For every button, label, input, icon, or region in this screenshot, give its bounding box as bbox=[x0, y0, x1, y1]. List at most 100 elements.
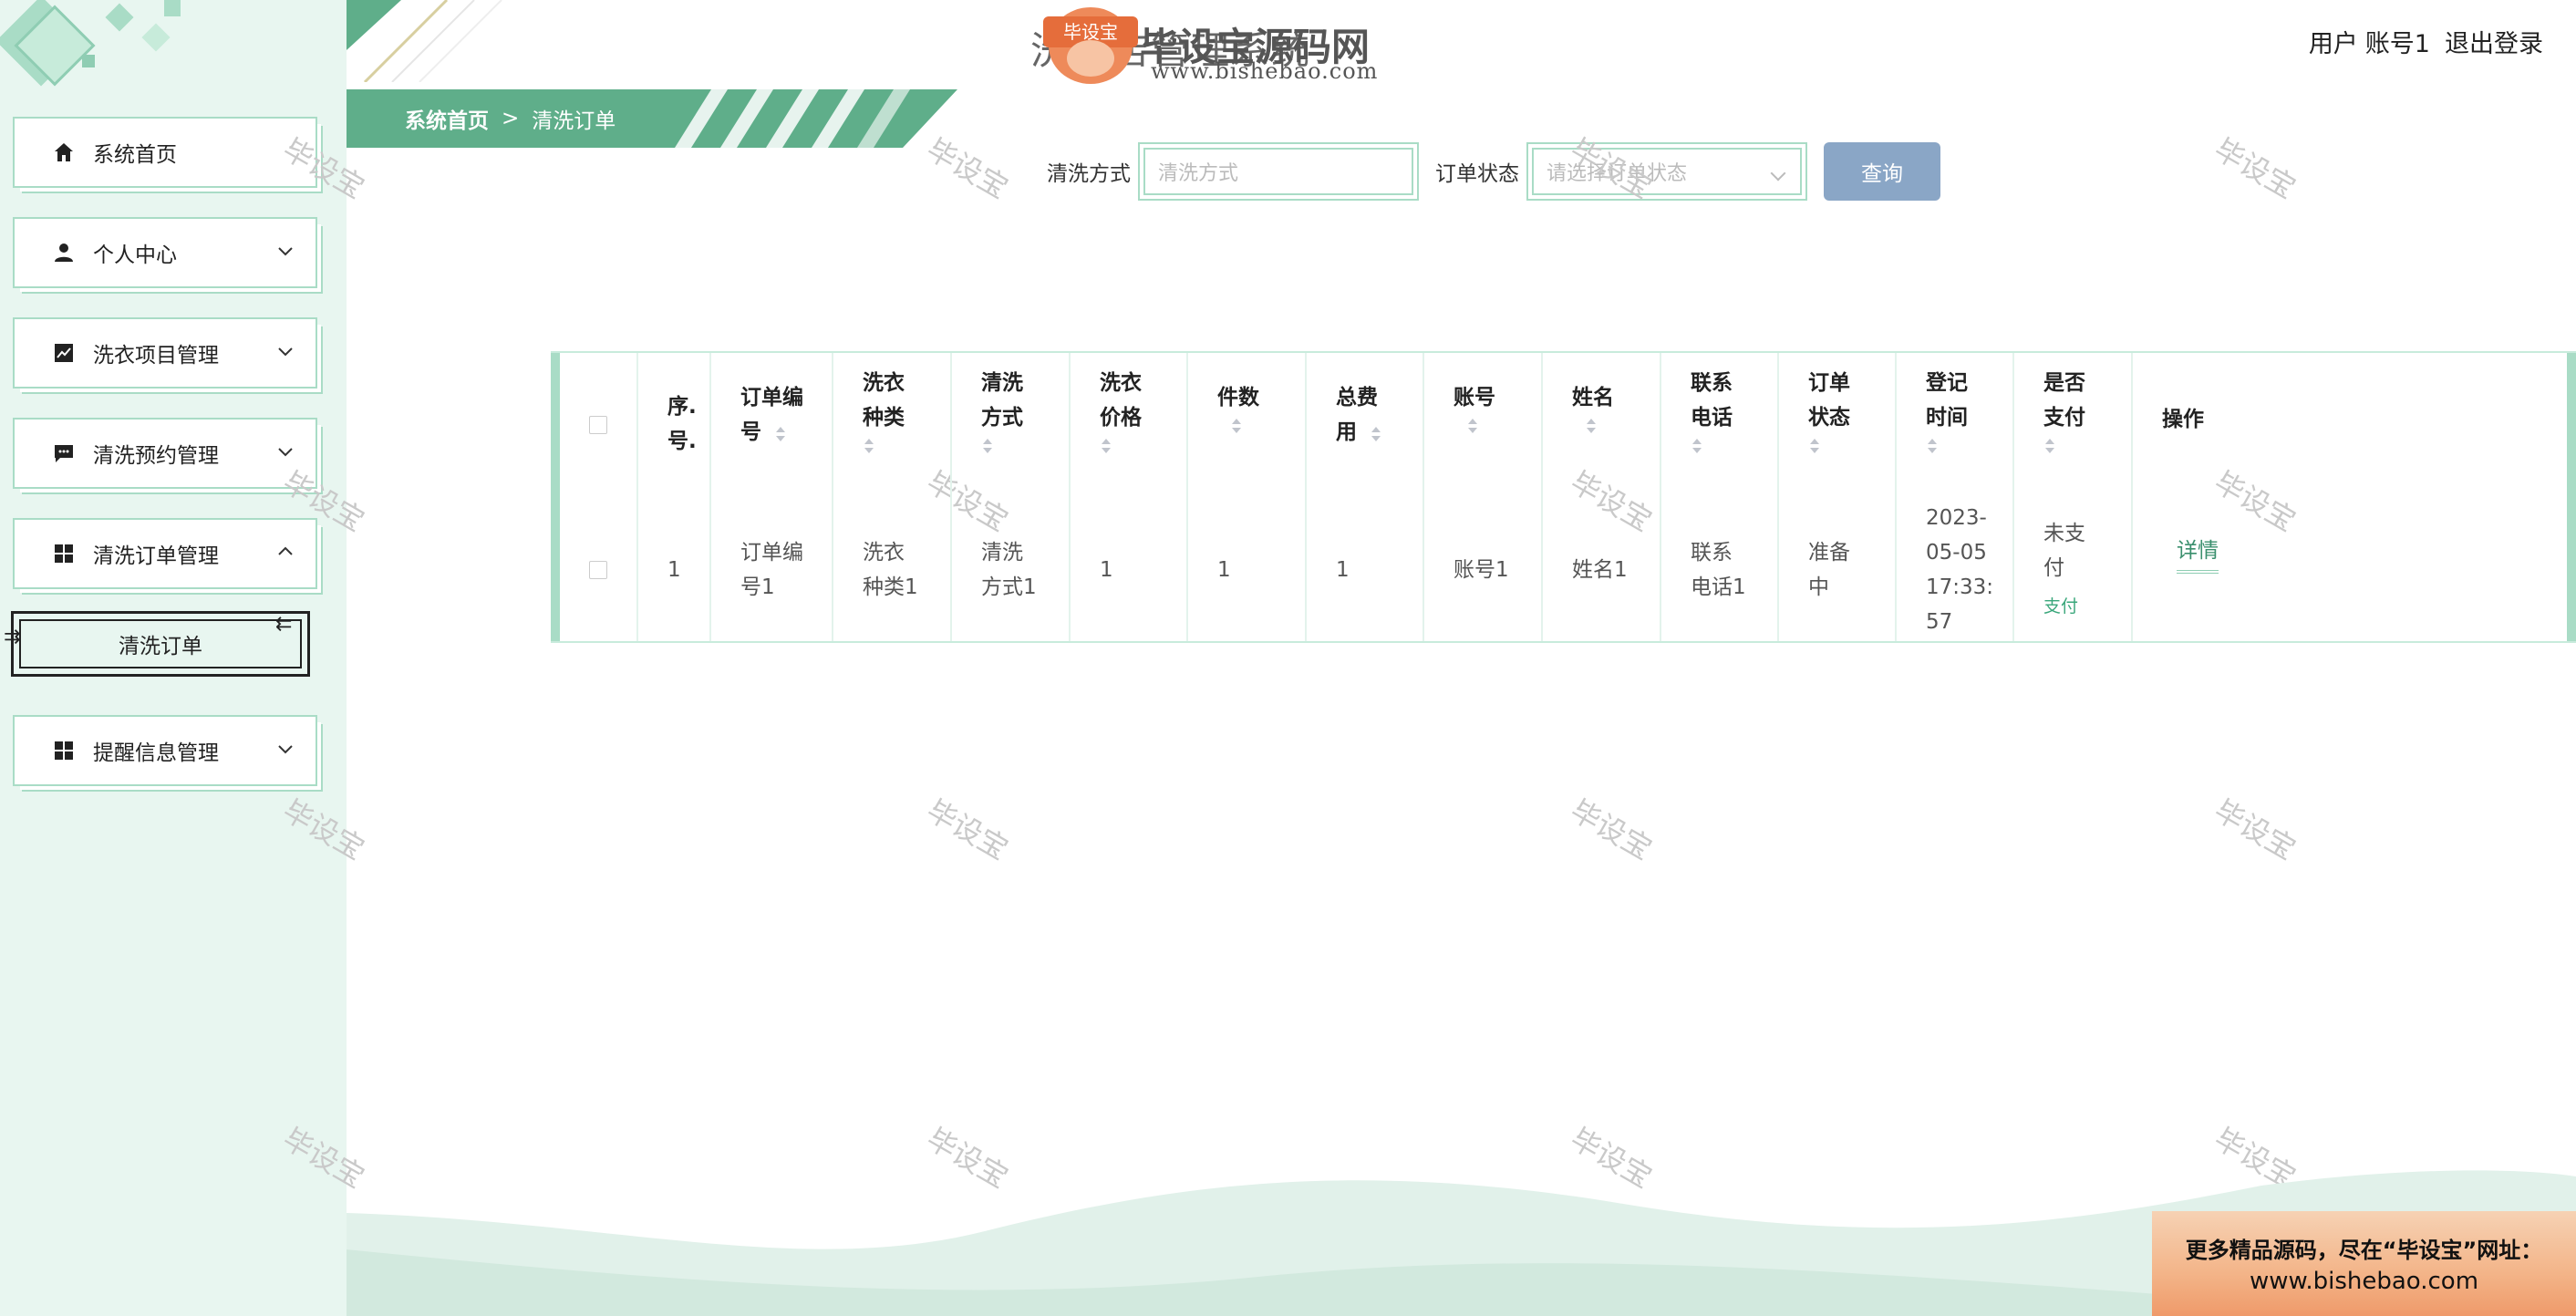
th-line: 价格 bbox=[1100, 406, 1142, 430]
cell-text: 1 bbox=[1217, 558, 1231, 582]
sort-icon[interactable] bbox=[1808, 437, 1821, 455]
breadcrumb: 系统首页 > 清洗订单 bbox=[347, 89, 957, 148]
col-total: 总费 用 1 bbox=[1305, 353, 1422, 641]
th-line: 洗衣 bbox=[1100, 371, 1142, 395]
cell-paid: 未支 付 支付 bbox=[2014, 497, 2131, 643]
sort-icon[interactable] bbox=[981, 437, 994, 455]
col-price: 洗衣 价格 1 bbox=[1069, 353, 1186, 641]
watermark-url: www.bishebao.com bbox=[1151, 58, 1379, 84]
th-name[interactable]: 姓名 bbox=[1543, 353, 1660, 497]
cell-text: 种类1 bbox=[863, 575, 918, 599]
th-total[interactable]: 总费 用 bbox=[1307, 353, 1422, 497]
grid-icon bbox=[51, 738, 77, 763]
th-line: 状态 bbox=[1808, 406, 1850, 430]
grid-icon bbox=[51, 541, 77, 566]
row-checkbox[interactable] bbox=[589, 561, 607, 579]
cell-text: 05-05 bbox=[1926, 541, 1987, 565]
cell-total: 1 bbox=[1307, 497, 1422, 643]
method-input[interactable]: 清洗方式 bbox=[1138, 142, 1419, 201]
cell-text: 17:33: bbox=[1926, 575, 1994, 599]
cell-text: 联系 bbox=[1691, 541, 1733, 565]
user-icon bbox=[51, 240, 77, 265]
cell-text: 号1 bbox=[740, 575, 775, 599]
sidebar-item-cleaning-orders[interactable]: 清洗订单管理 bbox=[13, 518, 317, 589]
arrow-right-icon: ⇉ bbox=[4, 626, 21, 648]
sort-icon[interactable] bbox=[1100, 437, 1112, 455]
status-select[interactable]: 请选择订单状态 bbox=[1526, 142, 1807, 201]
cell-type: 洗衣 种类1 bbox=[833, 497, 950, 643]
col-name: 姓名 姓名1 bbox=[1541, 353, 1660, 641]
logout-button[interactable]: 退出登录 bbox=[2445, 24, 2543, 59]
promo-banner[interactable]: 更多精品源码，尽在“毕设宝”网址： www.bishebao.com bbox=[2152, 1211, 2576, 1316]
cell-text: 付 bbox=[2043, 556, 2064, 580]
th-type[interactable]: 洗衣 种类 bbox=[833, 353, 950, 497]
th-line-with-sort: 用 bbox=[1336, 415, 1422, 450]
logo-inner-circle bbox=[1067, 40, 1114, 77]
user-area: 用户 账号1 退出登录 bbox=[2309, 24, 2543, 59]
th-line: 订单编 bbox=[740, 386, 803, 409]
user-name: 账号1 bbox=[2364, 30, 2430, 58]
sidebar-decoration bbox=[0, 0, 181, 87]
th-price[interactable]: 洗衣 价格 bbox=[1071, 353, 1186, 497]
sidebar-item-home[interactable]: 系统首页 bbox=[13, 117, 317, 188]
detail-link[interactable]: 详情 bbox=[2177, 534, 2219, 574]
th-line: 总费 bbox=[1336, 386, 1378, 409]
col-method: 清洗 方式 清洗 方式1 bbox=[950, 353, 1069, 641]
sort-icon[interactable] bbox=[1230, 417, 1243, 435]
watermark: 毕设宝 bbox=[2208, 131, 2302, 206]
sidebar-item-reminders[interactable]: 提醒信息管理 bbox=[13, 715, 317, 786]
pay-link[interactable]: 支付 bbox=[2043, 589, 2131, 624]
sidebar-subitem-cleaning-order[interactable]: 清洗订单 bbox=[11, 611, 310, 677]
sidebar-item-label: 提醒信息管理 bbox=[93, 741, 219, 765]
watermark: 毕设宝 bbox=[2208, 793, 2302, 867]
row-checkbox-cell bbox=[560, 497, 636, 643]
breadcrumb-home[interactable]: 系统首页 bbox=[405, 103, 489, 134]
sort-icon[interactable] bbox=[1585, 417, 1598, 435]
sort-icon[interactable] bbox=[2043, 437, 2056, 455]
th-checkbox bbox=[560, 353, 636, 497]
th-count[interactable]: 件数 bbox=[1188, 353, 1305, 497]
sort-icon[interactable] bbox=[863, 437, 875, 455]
select-all-checkbox[interactable] bbox=[589, 416, 607, 434]
sort-icon[interactable] bbox=[1370, 425, 1382, 443]
sidebar-subitem-label: 清洗订单 bbox=[119, 635, 202, 658]
sort-icon[interactable] bbox=[1466, 417, 1479, 435]
th-line: 操作 bbox=[2162, 408, 2204, 431]
home-icon bbox=[51, 140, 77, 165]
sidebar-item-cleaning-reservations[interactable]: 清洗预约管理 bbox=[13, 418, 317, 489]
table-right-bar bbox=[2567, 353, 2576, 641]
breadcrumb-current: 清洗订单 bbox=[532, 109, 616, 133]
sidebar-item-laundry-projects[interactable]: 洗衣项目管理 bbox=[13, 317, 317, 389]
cell-method: 清洗 方式1 bbox=[952, 497, 1069, 643]
sidebar-item-label: 洗衣项目管理 bbox=[93, 344, 219, 368]
th-time[interactable]: 登记 时间 bbox=[1897, 353, 2012, 497]
table-left-bar bbox=[551, 353, 560, 641]
th-method[interactable]: 清洗 方式 bbox=[952, 353, 1069, 497]
th-line: 号 bbox=[740, 420, 761, 444]
col-order-no: 订单编 号 订单编 号1 bbox=[709, 353, 832, 641]
cell-text: 1 bbox=[667, 558, 681, 582]
cell-order-no: 订单编 号1 bbox=[711, 497, 832, 643]
sort-icon[interactable] bbox=[1926, 437, 1939, 455]
th-line: 件数 bbox=[1217, 386, 1259, 409]
cell-text: 清洗 bbox=[981, 541, 1023, 565]
cell-name: 姓名1 bbox=[1543, 497, 1660, 643]
col-phone: 联系 电话 联系 电话1 bbox=[1660, 353, 1777, 641]
th-order-no[interactable]: 订单编 号 bbox=[711, 353, 832, 497]
th-line: 姓名 bbox=[1572, 386, 1614, 409]
orders-table: 序. 号. 1 订单编 号 订单编 号1 洗衣 种类 洗衣 种类1 清洗 方式 bbox=[551, 351, 2576, 643]
col-type: 洗衣 种类 洗衣 种类1 bbox=[832, 353, 950, 641]
th-line: 方式 bbox=[981, 406, 1023, 430]
th-account[interactable]: 账号 bbox=[1424, 353, 1541, 497]
sort-icon[interactable] bbox=[774, 425, 787, 443]
sidebar-item-personal-center[interactable]: 个人中心 bbox=[13, 217, 317, 288]
th-line: 用 bbox=[1336, 420, 1357, 444]
th-status[interactable]: 订单 状态 bbox=[1779, 353, 1895, 497]
query-button[interactable]: 查询 bbox=[1824, 142, 1940, 201]
cell-text: 中 bbox=[1808, 575, 1829, 599]
sort-icon[interactable] bbox=[1691, 437, 1703, 455]
th-phone[interactable]: 联系 电话 bbox=[1661, 353, 1777, 497]
th-index: 序. 号. bbox=[638, 353, 709, 497]
th-paid[interactable]: 是否 支付 bbox=[2014, 353, 2131, 497]
th-line: 订单 bbox=[1808, 371, 1850, 395]
